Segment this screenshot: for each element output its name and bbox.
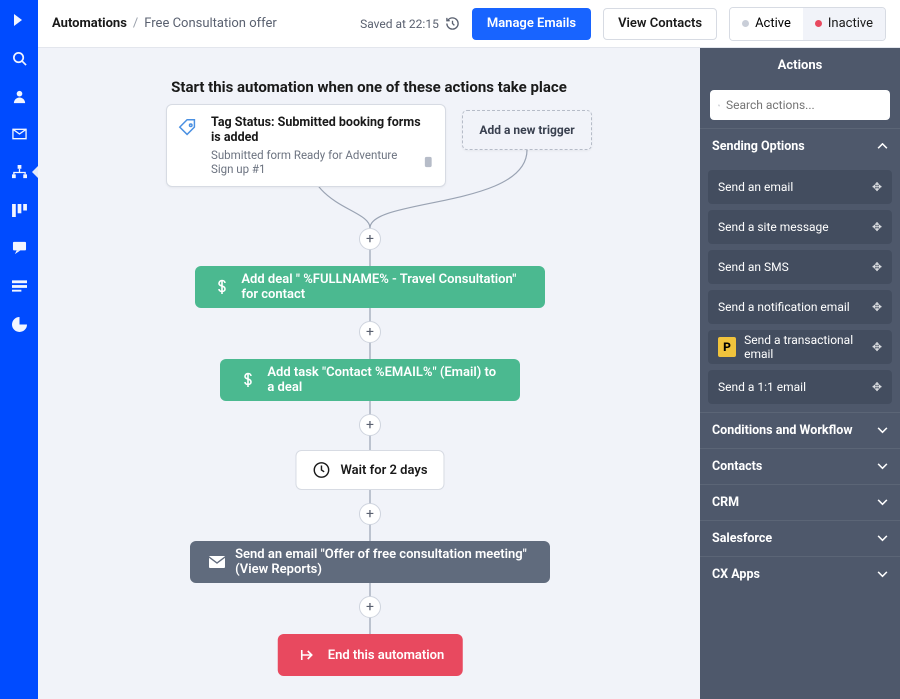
conversations-icon[interactable]	[9, 238, 29, 258]
add-step-button-4[interactable]: +	[359, 503, 381, 525]
breadcrumb-sep: /	[133, 16, 138, 31]
top-bar: Automations / Free Consultation offer Sa…	[38, 0, 900, 48]
runs-once-icon	[424, 156, 433, 168]
add-trigger-button[interactable]: Add a new trigger	[462, 110, 592, 150]
panel-search	[700, 82, 900, 128]
logo-icon[interactable]	[9, 10, 29, 30]
add-step-button-3[interactable]: +	[359, 414, 381, 436]
saved-label: Saved at 22:15	[360, 17, 439, 31]
drag-icon: ✥	[872, 300, 882, 314]
trigger-title: Tag Status: Submitted booking forms is a…	[211, 115, 433, 145]
saved-status: Saved at 22:15	[360, 16, 460, 31]
action-send-1-1[interactable]: Send a 1:1 email✥	[708, 370, 892, 404]
step-label: Add deal " %FULLNAME% - Travel Consultat…	[241, 272, 527, 302]
clock-icon	[312, 461, 330, 479]
drag-icon: ✥	[872, 260, 882, 274]
drag-icon: ✥	[872, 380, 882, 394]
search-icon	[718, 99, 720, 112]
nav-rail	[0, 0, 38, 699]
chevron-down-icon	[877, 535, 888, 542]
dollar-icon	[213, 276, 231, 298]
step-label: Send an email "Offer of free consultatio…	[235, 547, 532, 577]
chevron-down-icon	[877, 499, 888, 506]
tag-icon	[177, 117, 199, 139]
action-send-notification[interactable]: Send a notification email✥	[708, 290, 892, 324]
history-icon[interactable]	[445, 16, 460, 31]
automation-canvas[interactable]: Start this automation when one of these …	[38, 48, 700, 699]
chevron-down-icon	[877, 427, 888, 434]
sending-items: Send an email✥ Send a site message✥ Send…	[700, 164, 900, 412]
step-add-task[interactable]: Add task "Contact %EMAIL%" (Email) to a …	[220, 359, 520, 401]
end-icon	[296, 644, 318, 666]
workspace: Start this automation when one of these …	[38, 48, 900, 699]
reports-icon[interactable]	[9, 314, 29, 334]
action-send-site-message[interactable]: Send a site message✥	[708, 210, 892, 244]
breadcrumb-root[interactable]: Automations	[52, 16, 127, 31]
add-step-button-5[interactable]: +	[359, 596, 381, 618]
drag-icon: ✥	[872, 340, 882, 354]
main-area: Automations / Free Consultation offer Sa…	[38, 0, 900, 699]
status-inactive[interactable]: Inactive	[803, 8, 885, 40]
action-send-transactional[interactable]: PSend a transactional email✥	[708, 330, 892, 364]
section-salesforce[interactable]: Salesforce	[700, 520, 900, 556]
drag-icon: ✥	[872, 220, 882, 234]
mail-icon	[208, 551, 225, 573]
step-end-automation[interactable]: End this automation	[278, 634, 463, 676]
breadcrumb-leaf: Free Consultation offer	[144, 16, 277, 31]
step-label: Wait for 2 days	[340, 463, 427, 478]
lists-icon[interactable]	[9, 276, 29, 296]
step-label: End this automation	[328, 648, 445, 663]
add-step-button-2[interactable]: +	[359, 321, 381, 343]
status-toggle: Active Inactive	[729, 7, 886, 41]
search-input[interactable]	[726, 98, 882, 112]
chevron-up-icon	[877, 143, 888, 150]
chevron-down-icon	[877, 571, 888, 578]
deals-icon[interactable]	[9, 200, 29, 220]
section-conditions[interactable]: Conditions and Workflow	[700, 412, 900, 448]
step-send-email[interactable]: Send an email "Offer of free consultatio…	[190, 541, 550, 583]
campaigns-icon[interactable]	[9, 124, 29, 144]
action-send-sms[interactable]: Send an SMS✥	[708, 250, 892, 284]
section-crm[interactable]: CRM	[700, 484, 900, 520]
trigger-card[interactable]: Tag Status: Submitted booking forms is a…	[166, 104, 446, 187]
contacts-icon[interactable]	[9, 86, 29, 106]
step-add-deal[interactable]: Add deal " %FULLNAME% - Travel Consultat…	[195, 266, 545, 308]
chevron-down-icon	[877, 463, 888, 470]
step-label: Add task "Contact %EMAIL%" (Email) to a …	[267, 365, 502, 395]
status-active[interactable]: Active	[730, 8, 803, 40]
section-contacts[interactable]: Contacts	[700, 448, 900, 484]
search-icon[interactable]	[9, 48, 29, 68]
step-wait[interactable]: Wait for 2 days	[295, 450, 444, 490]
view-contacts-button[interactable]: View Contacts	[603, 8, 717, 40]
drag-icon: ✥	[872, 180, 882, 194]
automations-icon[interactable]	[9, 162, 29, 182]
action-send-email[interactable]: Send an email✥	[708, 170, 892, 204]
section-cx-apps[interactable]: CX Apps	[700, 556, 900, 592]
canvas-heading: Start this automation when one of these …	[38, 78, 700, 96]
manage-emails-button[interactable]: Manage Emails	[472, 8, 591, 40]
trigger-subtitle: Submitted form Ready for Adventure Sign …	[211, 148, 418, 176]
dollar-icon	[238, 369, 257, 391]
actions-panel: Actions Sending Options Send an email✥ S…	[700, 48, 900, 699]
panel-title: Actions	[700, 48, 900, 82]
breadcrumb: Automations / Free Consultation offer	[52, 16, 277, 31]
add-step-button-1[interactable]: +	[359, 228, 381, 250]
section-sending[interactable]: Sending Options	[700, 128, 900, 164]
postmark-badge-icon: P	[718, 337, 736, 357]
